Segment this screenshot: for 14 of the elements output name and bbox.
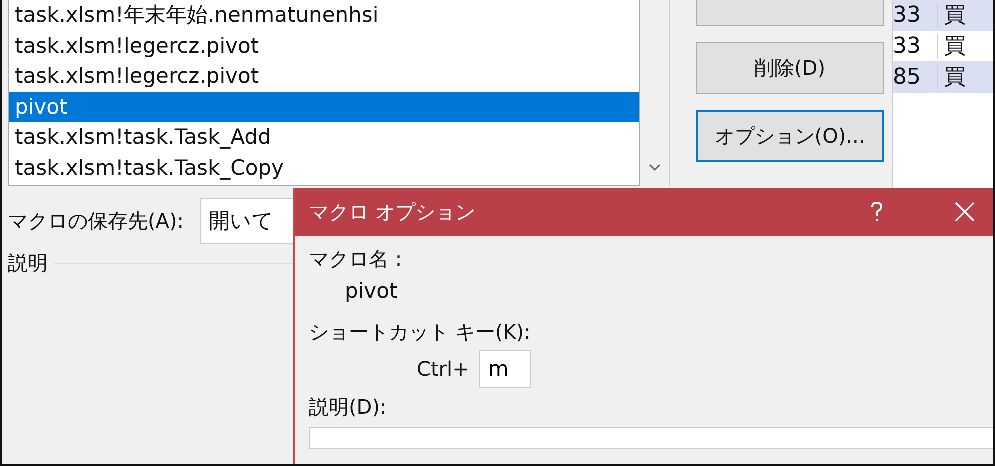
save-location-label: マクロの保存先(A): bbox=[8, 208, 184, 234]
sheet-cell: 33 bbox=[893, 2, 938, 28]
description-label: 説明(D): bbox=[309, 394, 387, 421]
sheet-cell: 85 bbox=[893, 64, 938, 90]
macro-name-label: マクロ名 : bbox=[309, 246, 402, 273]
dialog-title: マクロ オプション bbox=[309, 198, 476, 226]
sheet-cell-text: 買 bbox=[943, 64, 966, 92]
sheet-cell-text: 買 bbox=[943, 33, 966, 61]
sheet-cell: 33 bbox=[893, 34, 938, 58]
description-label: 説明 bbox=[8, 250, 48, 277]
shortcut-key-label: ショートカット キー(K): bbox=[309, 319, 531, 346]
sheet-cell-text: 買 bbox=[943, 2, 966, 30]
ctrl-label: Ctrl+ bbox=[417, 357, 470, 381]
macro-name: pivot bbox=[345, 279, 398, 303]
